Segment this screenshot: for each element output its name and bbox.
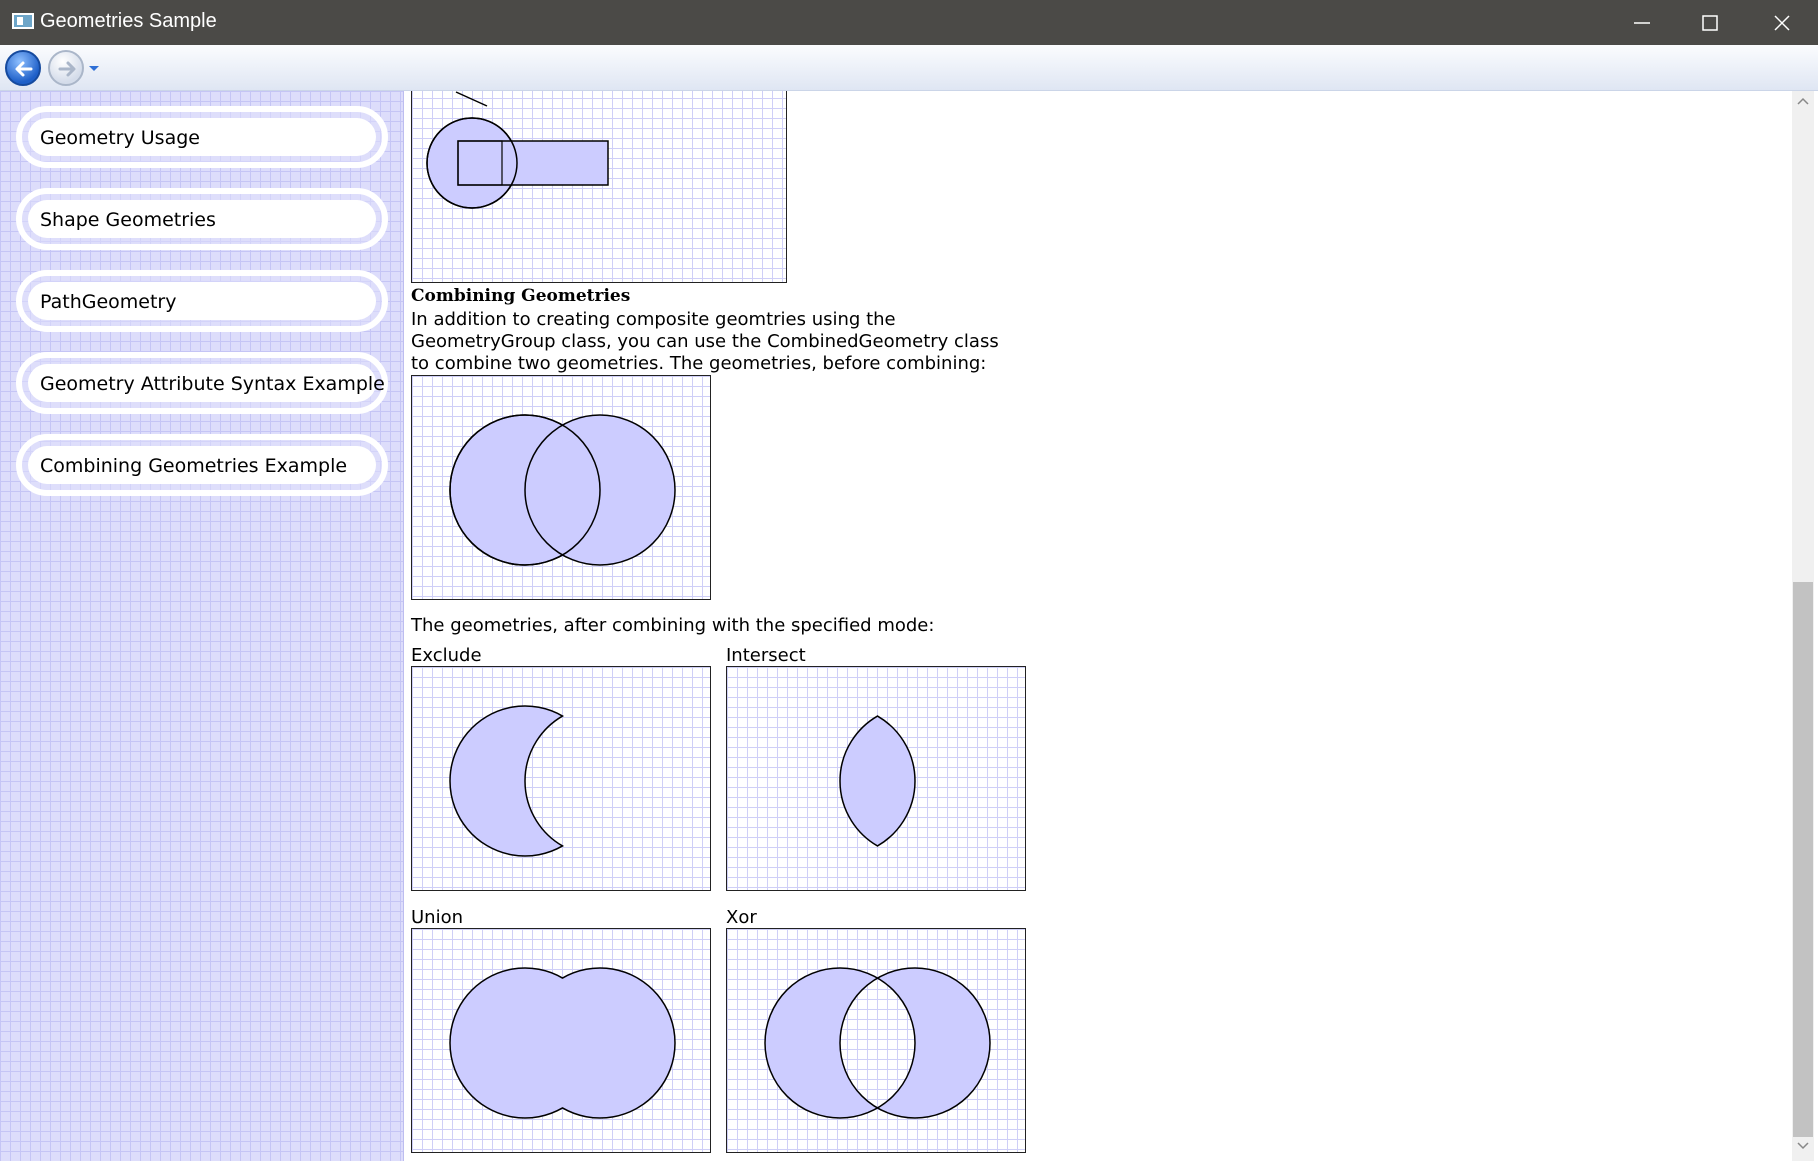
intersect-canvas	[726, 666, 1026, 891]
scrollbar-thumb[interactable]	[1793, 582, 1813, 1137]
minimize-button[interactable]	[1608, 0, 1676, 45]
union-label: Union	[411, 907, 464, 928]
after-text: The geometries, after combining with the…	[411, 615, 935, 636]
content-pane: Combining Geometries In addition to crea…	[404, 91, 1792, 1161]
union-canvas	[411, 928, 711, 1153]
rectangle-shape	[457, 140, 609, 186]
maximize-icon	[1702, 15, 1718, 31]
sidebar-item-label: PathGeometry	[40, 291, 177, 313]
navigation-bar	[0, 45, 1818, 91]
app-window: Geometries Sample Geometry Usage Shape G…	[0, 0, 1818, 1161]
intro-paragraph: In addition to creating composite geomtr…	[411, 309, 999, 374]
arrow-right-icon	[58, 61, 76, 77]
sidebar-item-label: Shape Geometries	[40, 209, 216, 231]
sidebar-item-label: Geometry Usage	[40, 127, 200, 149]
sidebar-item-label: Combining Geometries Example	[40, 455, 348, 477]
xor-label: Xor	[726, 907, 757, 928]
xor-canvas	[726, 928, 1026, 1153]
before-combining-canvas	[411, 375, 711, 600]
exclude-label: Exclude	[411, 645, 482, 666]
minimize-icon	[1634, 22, 1650, 24]
exclude-shape	[449, 705, 565, 857]
maximize-button[interactable]	[1676, 0, 1744, 45]
close-icon	[1774, 15, 1790, 31]
union-shape	[449, 967, 676, 1119]
sidebar-item-shape-geometries[interactable]: Shape Geometries	[16, 188, 388, 250]
close-button[interactable]	[1748, 0, 1816, 45]
scroll-down-icon[interactable]	[1796, 1141, 1810, 1151]
sidebar-item-pathgeometry[interactable]: PathGeometry	[16, 270, 388, 332]
section-heading: Combining Geometries	[411, 286, 631, 306]
sidebar: Geometry Usage Shape Geometries PathGeom…	[0, 91, 404, 1161]
arrow-left-icon	[15, 61, 33, 77]
back-button[interactable]	[5, 50, 41, 86]
intersect-label: Intersect	[726, 645, 806, 666]
sidebar-item-label: Geometry Attribute Syntax Example	[40, 373, 385, 395]
app-icon	[12, 13, 34, 29]
sidebar-item-attribute-syntax[interactable]: Geometry Attribute Syntax Example	[16, 352, 388, 414]
forward-button[interactable]	[48, 50, 84, 86]
geometry-group-canvas	[411, 91, 787, 283]
sidebar-item-combining-geometries[interactable]: Combining Geometries Example	[16, 434, 388, 496]
scroll-up-icon[interactable]	[1796, 96, 1810, 106]
sidebar-item-geometry-usage[interactable]: Geometry Usage	[16, 106, 388, 168]
exclude-canvas	[411, 666, 711, 891]
line-shape	[455, 91, 488, 107]
window-title: Geometries Sample	[40, 10, 217, 32]
chevron-down-icon[interactable]	[88, 65, 100, 73]
title-bar: Geometries Sample	[0, 0, 1818, 45]
intersect-shape	[839, 715, 916, 847]
